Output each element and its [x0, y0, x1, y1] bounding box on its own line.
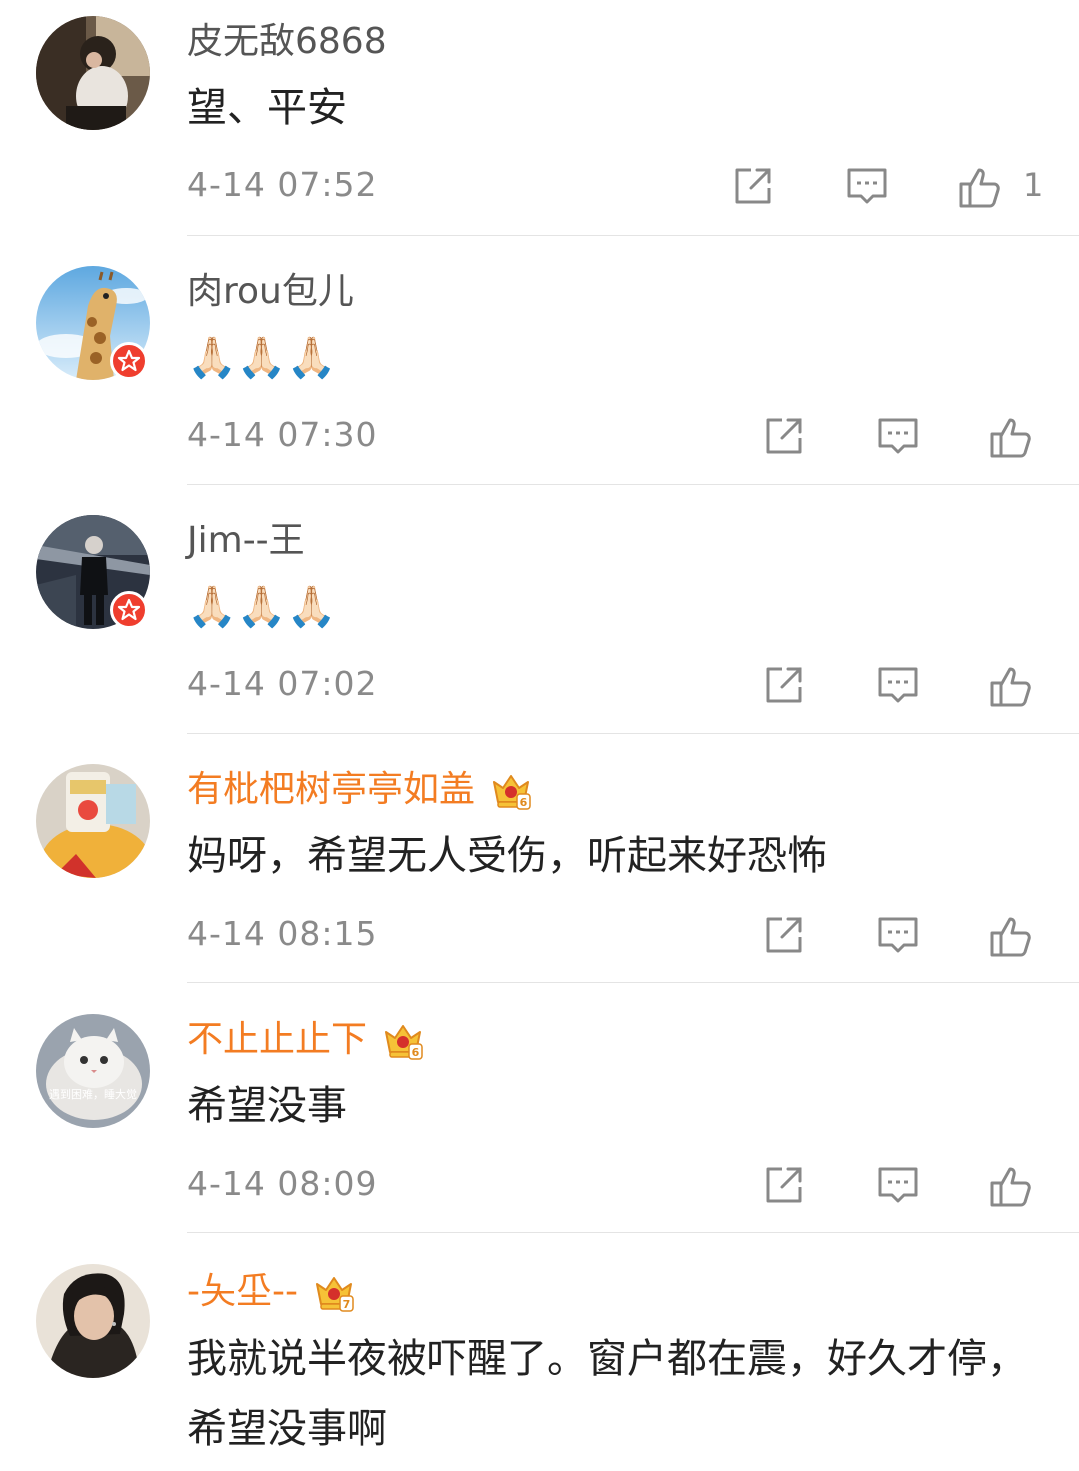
comment-item: 遇到困难，睡大觉 不止止止下 6 希望没事 4-14 08:09 [0, 998, 1079, 1234]
repost-icon[interactable] [731, 164, 775, 208]
verified-badge-icon [110, 591, 148, 629]
comment-item: 有枇杷树亭亭如盖 6 妈呀，希望无人受伤，听起来好恐怖 4-14 08:15 [0, 748, 1079, 984]
comment-icon[interactable] [876, 913, 920, 957]
repost-icon[interactable] [762, 913, 806, 957]
comment-meta: 4-14 07:52 1 [187, 160, 1079, 210]
vip-level: 6 [520, 796, 528, 809]
avatar[interactable] [36, 1264, 150, 1378]
thumbs-up-icon[interactable] [988, 663, 1032, 707]
thumbs-up-icon[interactable] [988, 1163, 1032, 1207]
comment-time: 4-14 07:30 [187, 415, 378, 454]
comment-time: 4-14 07:52 [187, 165, 378, 204]
comment-text: 我就说半夜被吓醒了。窗户都在震，好久才停，希望没事啊 [187, 1336, 1027, 1452]
comment-icon[interactable] [845, 164, 889, 208]
username[interactable]: Jim--王 [187, 519, 305, 563]
username[interactable]: -夨坕-- 7 [187, 1270, 356, 1314]
username[interactable]: 皮无敌6868 [187, 20, 387, 64]
vip-crown-icon: 6 [489, 768, 533, 812]
comment-icon[interactable] [876, 1163, 920, 1207]
divider [187, 733, 1079, 734]
prayer-emoji: 🙏🏻🙏🏻🙏🏻 [187, 584, 337, 630]
username[interactable]: 不止止止下 6 [187, 1018, 425, 1062]
comment-meta: 4-14 07:02 [187, 659, 1079, 709]
comment-meta: 4-14 08:15 [187, 909, 1079, 959]
thumbs-up-icon[interactable] [957, 164, 1001, 208]
prayer-emoji: 🙏🏻🙏🏻🙏🏻 [187, 335, 337, 381]
comment-item: -夨坕-- 7 我就说半夜被吓醒了。窗户都在震，好久才停，希望没事啊 [0, 1248, 1079, 1471]
avatar-caption: 遇到困难，睡大觉 [49, 1087, 137, 1101]
comment-meta: 4-14 08:09 [187, 1159, 1079, 1209]
comment-time: 4-14 07:02 [187, 664, 378, 703]
vip-crown-icon: 6 [381, 1018, 425, 1062]
avatar[interactable] [36, 764, 150, 878]
comment-text: 妈呀，希望无人受伤，听起来好恐怖 [187, 833, 827, 879]
vip-level: 7 [343, 1298, 351, 1311]
vip-crown-icon: 7 [312, 1270, 356, 1314]
comment-text: 希望没事 [187, 1083, 347, 1129]
comment-text: 🙏🏻🙏🏻🙏🏻 [187, 573, 1047, 641]
comment-item: 皮无敌6868 望、平安 4-14 07:52 1 [0, 0, 1079, 236]
username[interactable]: 有枇杷树亭亭如盖 6 [187, 768, 533, 812]
username[interactable]: 肉rou包儿 [187, 270, 354, 314]
avatar[interactable]: 遇到困难，睡大觉 [36, 1014, 150, 1128]
repost-icon[interactable] [762, 1163, 806, 1207]
vip-level: 6 [412, 1046, 420, 1059]
comment-text: 🙏🏻🙏🏻🙏🏻 [187, 324, 1047, 392]
divider [187, 1232, 1079, 1233]
divider [187, 982, 1079, 983]
comment-meta: 4-14 07:30 [187, 410, 1079, 460]
comment-icon[interactable] [876, 663, 920, 707]
comment-item: Jim--王 🙏🏻🙏🏻🙏🏻 4-14 07:02 [0, 499, 1079, 735]
like-count: 1 [1023, 166, 1044, 204]
repost-icon[interactable] [762, 414, 806, 458]
divider [187, 484, 1079, 485]
comment-list: 皮无敌6868 望、平安 4-14 07:52 1 肉rou包儿 🙏🏻🙏🏻🙏🏻 … [0, 0, 1079, 1471]
verified-badge-icon [110, 342, 148, 380]
comment-item: 肉rou包儿 🙏🏻🙏🏻🙏🏻 4-14 07:30 [0, 250, 1079, 486]
comment-time: 4-14 08:09 [187, 1164, 378, 1203]
repost-icon[interactable] [762, 663, 806, 707]
comment-icon[interactable] [876, 414, 920, 458]
comment-time: 4-14 08:15 [187, 914, 378, 953]
divider [187, 235, 1079, 236]
thumbs-up-icon[interactable] [988, 913, 1032, 957]
comment-text: 望、平安 [187, 85, 347, 131]
avatar[interactable] [36, 16, 150, 130]
thumbs-up-icon[interactable] [988, 414, 1032, 458]
